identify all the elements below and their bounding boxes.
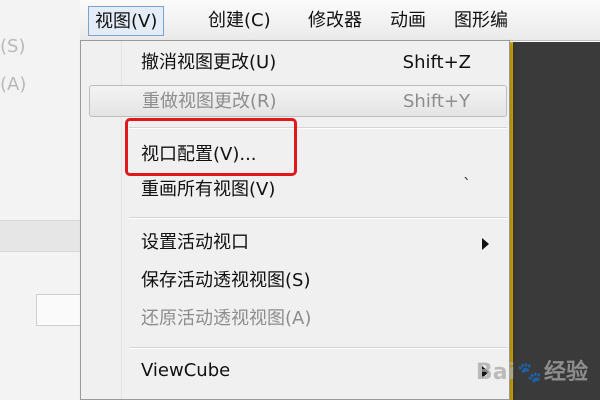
background-label: (A) [0,74,27,95]
menu-item-redraw-all-views[interactable]: 重画所有视图(V) ` [89,174,507,206]
submenu-arrow-icon [482,238,489,250]
menu-item-label: 设置活动视口 [141,232,249,253]
menu-item-shortcut: Shift+Y [403,91,470,112]
baidu-watermark: Bai 🐾经验 [476,354,588,386]
menu-animation[interactable]: 动画 [384,6,432,36]
watermark-text: 经验 [543,360,588,385]
menu-item-shortcut: ` [463,175,471,194]
menu-bar: 视图(V) 创建(C) 修改器 动画 图形编 [80,0,600,41]
menu-item-label: 还原活动透视视图(A) [141,308,312,329]
menu-item-set-active-viewport[interactable]: 设置活动视口 [89,227,507,259]
menu-separator [129,217,507,219]
menu-item-label: ViewCube [141,360,231,381]
paw-icon: 🐾 [517,360,542,384]
background-panel [0,220,90,252]
menu-item-save-active-perspective-view[interactable]: 保存活动透视视图(S) [89,265,507,297]
watermark-text: Bai [475,360,516,385]
background-window: (S) (A) [0,0,92,400]
menu-item-restore-active-perspective-view[interactable]: 还原活动透视视图(A) [89,303,507,335]
menu-item-viewcube[interactable]: ViewCube [89,355,507,387]
highlight-annotation-box [125,118,297,176]
menu-modifiers[interactable]: 修改器 [302,6,368,36]
active-viewport-border [510,42,513,400]
menu-separator [129,347,507,349]
menu-item-shortcut: Shift+Z [402,52,471,73]
menu-create[interactable]: 创建(C) [202,6,277,36]
menu-item-label: 重画所有视图(V) [141,179,276,200]
menu-item-undo-view-change[interactable]: 撤消视图更改(U) Shift+Z [89,47,507,79]
viewport[interactable] [510,42,600,400]
menu-item-redo-view-change[interactable]: 重做视图更改(R) Shift+Y [89,85,507,117]
background-label: (S) [0,36,26,57]
view-dropdown-menu: 撤消视图更改(U) Shift+Z 重做视图更改(R) Shift+Y 视口配置… [80,40,510,400]
menu-view[interactable]: 视图(V) [88,6,165,36]
menu-item-label: 撤消视图更改(U) [141,52,277,73]
menu-graph-editors[interactable]: 图形编 [448,6,514,36]
menu-item-label: 保存活动透视视图(S) [141,270,311,291]
menu-item-label: 重做视图更改(R) [142,91,277,112]
